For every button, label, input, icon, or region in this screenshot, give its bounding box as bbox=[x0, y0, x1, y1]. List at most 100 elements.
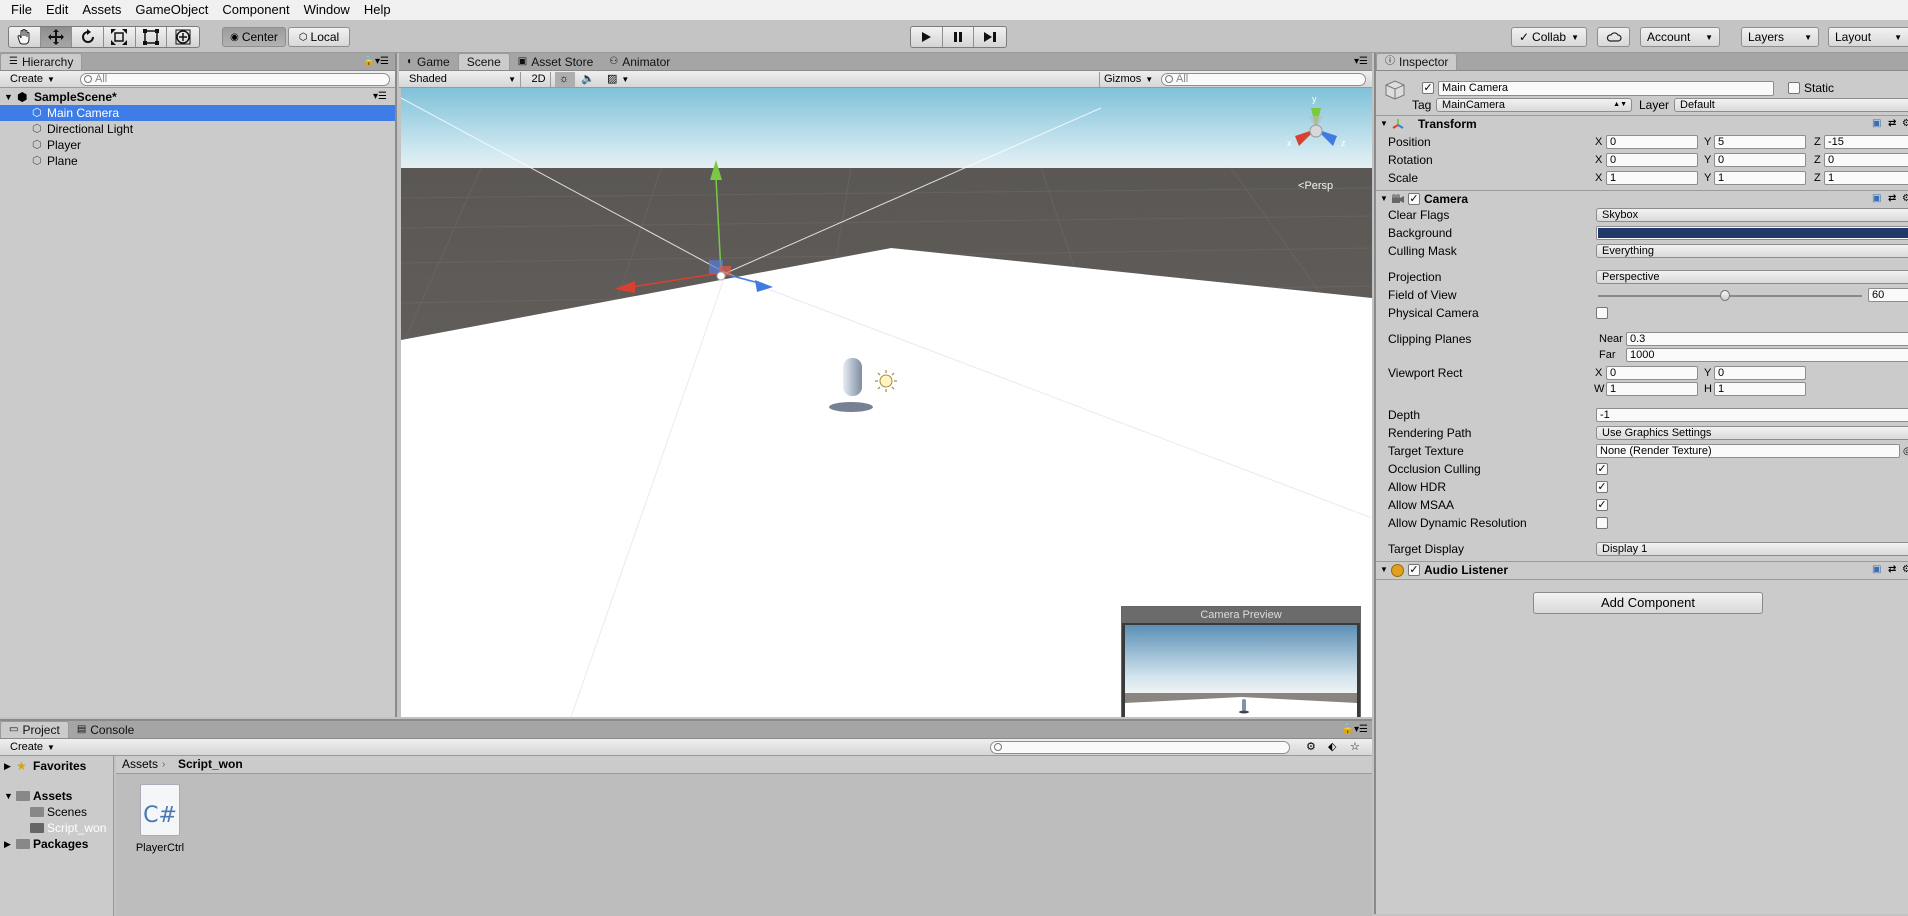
menu-file[interactable]: File bbox=[4, 0, 39, 20]
project-create-dropdown[interactable]: Create ▼ bbox=[6, 740, 59, 755]
rect-tool-button[interactable] bbox=[136, 27, 168, 47]
msaa-checkbox[interactable]: ✓ bbox=[1596, 499, 1608, 511]
fov-input[interactable]: 60 bbox=[1868, 288, 1908, 302]
culling-mask-dropdown[interactable]: Everything bbox=[1596, 244, 1908, 258]
active-checkbox[interactable]: ✓ bbox=[1422, 82, 1434, 94]
object-picker-icon[interactable]: ◎ bbox=[1903, 444, 1908, 459]
camera-enabled-checkbox[interactable]: ✓ bbox=[1408, 193, 1420, 205]
gear-icon[interactable]: ⚙ bbox=[1902, 116, 1908, 132]
help-book-icon[interactable]: ▣ bbox=[1872, 191, 1881, 207]
menu-window[interactable]: Window bbox=[297, 0, 357, 20]
hierarchy-item-player[interactable]: ⬡ Player bbox=[0, 137, 395, 153]
scale-tool-button[interactable] bbox=[104, 27, 136, 47]
pivot-local-button[interactable]: ⬡ Local bbox=[288, 27, 350, 47]
near-input[interactable]: 0.3 bbox=[1626, 332, 1908, 346]
fov-slider-thumb[interactable] bbox=[1719, 290, 1730, 301]
menu-assets[interactable]: Assets bbox=[75, 0, 128, 20]
filter-type-button[interactable]: ⚙ bbox=[1302, 740, 1320, 755]
target-display-dropdown[interactable]: Display 1 bbox=[1596, 542, 1908, 556]
audio-listener-enabled-checkbox[interactable]: ✓ bbox=[1408, 564, 1420, 576]
dynres-checkbox[interactable] bbox=[1596, 517, 1608, 529]
rotation-z-input[interactable]: 0 bbox=[1824, 153, 1908, 167]
scene-viewport[interactable]: y x z <Persp Camera Preview bbox=[401, 88, 1372, 717]
audio-listener-header[interactable]: ▼ ✓ Audio Listener ▣ ⇄ ⚙ bbox=[1376, 561, 1908, 578]
file-item[interactable]: C# PlayerCtrl bbox=[130, 784, 190, 860]
menu-edit[interactable]: Edit bbox=[39, 0, 75, 20]
viewport-x-input[interactable]: 0 bbox=[1606, 366, 1698, 380]
viewport-w-input[interactable]: 1 bbox=[1606, 382, 1698, 396]
effects-dropdown[interactable]: ▨ ▼ bbox=[603, 72, 635, 87]
transform-tool-button[interactable] bbox=[167, 27, 199, 47]
rendering-path-dropdown[interactable]: Use Graphics Settings bbox=[1596, 426, 1908, 440]
hierarchy-search-input[interactable]: All bbox=[80, 73, 390, 86]
lighting-toggle[interactable]: ☼ bbox=[555, 72, 575, 87]
tab-animator[interactable]: ⚇ Animator bbox=[601, 53, 678, 70]
hierarchy-item-main-camera[interactable]: ⬡ Main Camera bbox=[0, 105, 395, 121]
breadcrumb-script-won[interactable]: Script_won bbox=[178, 756, 243, 773]
layer-dropdown[interactable]: Default bbox=[1674, 98, 1908, 112]
help-book-icon[interactable]: ▣ bbox=[1872, 116, 1881, 132]
tag-dropdown[interactable]: MainCamera ▲▼ bbox=[1436, 98, 1632, 112]
camera-header[interactable]: ▼ ✓ Camera ▣ ⇄ ⚙ bbox=[1376, 190, 1908, 207]
physical-camera-checkbox[interactable] bbox=[1596, 307, 1608, 319]
tab-console[interactable]: ▤ Console bbox=[69, 721, 142, 738]
gizmos-dropdown[interactable]: Gizmos ▼ bbox=[1099, 72, 1153, 87]
shading-mode-dropdown[interactable]: Shaded ▼ bbox=[405, 72, 521, 87]
gear-icon[interactable]: ⚙ bbox=[1902, 191, 1908, 207]
pause-button[interactable] bbox=[943, 27, 975, 47]
position-y-input[interactable]: 5 bbox=[1714, 135, 1806, 149]
scene-row[interactable]: ▼ ⬢ SampleScene* ▾☰ bbox=[0, 89, 395, 105]
menu-help[interactable]: Help bbox=[357, 0, 398, 20]
rotation-y-input[interactable]: 0 bbox=[1714, 153, 1806, 167]
background-color-field[interactable] bbox=[1596, 226, 1908, 240]
preset-icon[interactable]: ⇄ bbox=[1888, 116, 1896, 132]
position-x-input[interactable]: 0 bbox=[1606, 135, 1698, 149]
breadcrumb-assets[interactable]: Assets bbox=[122, 756, 158, 773]
position-z-input[interactable]: -15 bbox=[1824, 135, 1908, 149]
tab-game[interactable]: ◐ Game bbox=[399, 53, 458, 70]
object-name-input[interactable]: Main Camera bbox=[1438, 81, 1774, 96]
tab-hierarchy[interactable]: ☰ Hierarchy bbox=[0, 53, 83, 70]
rotation-x-input[interactable]: 0 bbox=[1606, 153, 1698, 167]
cloud-button[interactable] bbox=[1597, 27, 1630, 47]
projection-dropdown[interactable]: Perspective bbox=[1596, 270, 1908, 284]
menu-gameobject[interactable]: GameObject bbox=[128, 0, 215, 20]
target-texture-field[interactable]: None (Render Texture) bbox=[1596, 444, 1900, 458]
hand-tool-button[interactable] bbox=[9, 27, 41, 47]
help-book-icon[interactable]: ▣ bbox=[1872, 562, 1881, 578]
layout-dropdown[interactable]: Layout ▼ bbox=[1828, 27, 1908, 47]
scale-y-input[interactable]: 1 bbox=[1714, 171, 1806, 185]
audio-toggle[interactable]: 🔈 bbox=[577, 72, 597, 87]
filter-label-button[interactable]: ⬖ bbox=[1324, 740, 1340, 755]
layers-dropdown[interactable]: Layers ▼ bbox=[1741, 27, 1819, 47]
static-checkbox[interactable] bbox=[1788, 82, 1800, 94]
viewport-h-input[interactable]: 1 bbox=[1714, 382, 1806, 396]
occlusion-checkbox[interactable]: ✓ bbox=[1596, 463, 1608, 475]
menu-component[interactable]: Component bbox=[215, 0, 296, 20]
preset-icon[interactable]: ⇄ bbox=[1888, 562, 1896, 578]
rotate-tool-button[interactable] bbox=[72, 27, 105, 47]
far-input[interactable]: 1000 bbox=[1626, 348, 1908, 362]
hierarchy-item-directional-light[interactable]: ⬡ Directional Light bbox=[0, 121, 395, 137]
transform-header[interactable]: ▼ Transform ▣ ⇄ ⚙ bbox=[1376, 115, 1908, 132]
gear-icon[interactable]: ⚙ bbox=[1902, 562, 1908, 578]
panel-menu-icon[interactable]: ▾☰ bbox=[1354, 56, 1368, 67]
orientation-gizmo[interactable]: y x z bbox=[1281, 94, 1351, 164]
hierarchy-item-plane[interactable]: ⬡ Plane bbox=[0, 153, 395, 169]
preset-icon[interactable]: ⇄ bbox=[1888, 191, 1896, 207]
pivot-center-button[interactable]: ◉ Center bbox=[222, 27, 286, 47]
scale-z-input[interactable]: 1 bbox=[1824, 171, 1908, 185]
hdr-checkbox[interactable]: ✓ bbox=[1596, 481, 1608, 493]
viewport-y-input[interactable]: 0 bbox=[1714, 366, 1806, 380]
projection-toggle[interactable]: <Persp bbox=[1298, 180, 1333, 192]
step-button[interactable] bbox=[974, 27, 1006, 47]
panel-menu-icon[interactable]: 🔒▾☰ bbox=[363, 56, 389, 67]
hierarchy-create-dropdown[interactable]: Create ▼ bbox=[6, 72, 59, 87]
project-search-input[interactable] bbox=[990, 741, 1290, 754]
clear-flags-dropdown[interactable]: Skybox bbox=[1596, 208, 1908, 222]
play-button[interactable] bbox=[911, 27, 943, 47]
move-tool-button[interactable] bbox=[40, 27, 73, 47]
depth-input[interactable]: -1 bbox=[1596, 408, 1908, 422]
scene-search-input[interactable]: All bbox=[1161, 73, 1366, 86]
favorite-button[interactable]: ☆ bbox=[1346, 740, 1364, 755]
